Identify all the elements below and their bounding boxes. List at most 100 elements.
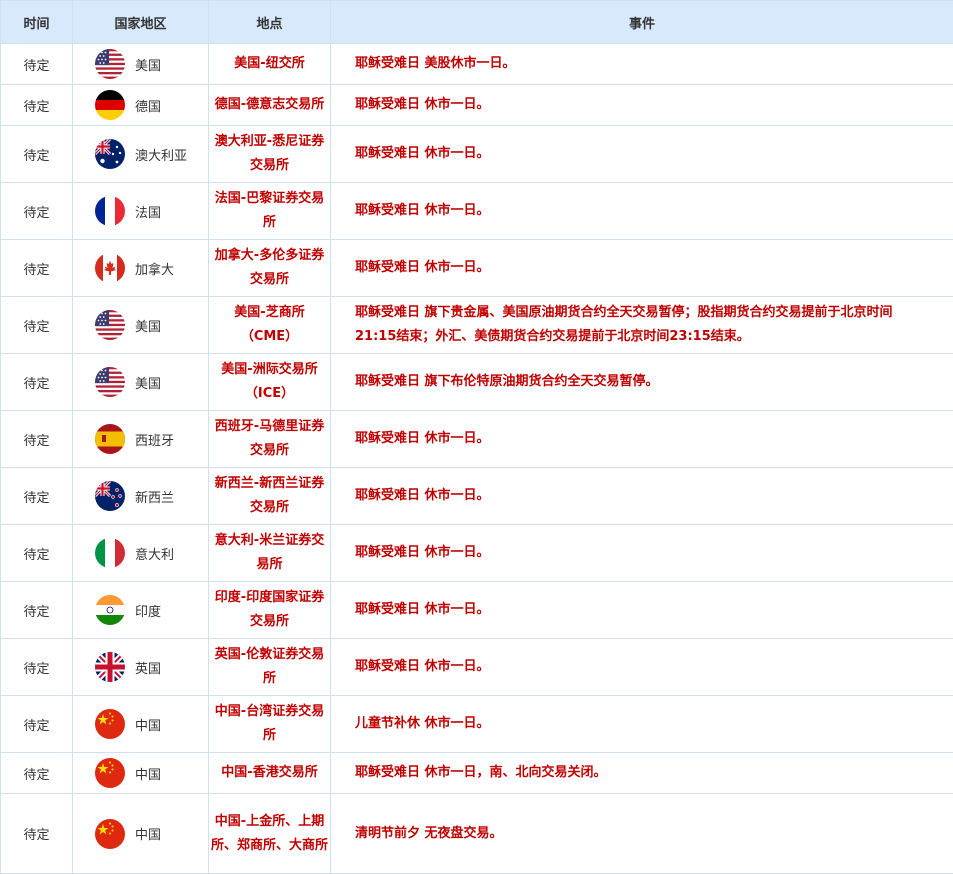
time-cell: 待定 — [0, 125, 73, 183]
table-row: 待定 英国 英国-伦敦证券交易所 耶稣受难日 休市一日。 — [0, 638, 953, 696]
table-row: 待定 美国 美国-洲际交易所（ICE） 耶稣受难日 旗下布伦特原油期货合约全天交易暂停… — [0, 353, 953, 411]
event-cell: 清明节前夕 无夜盘交易。 — [330, 793, 953, 874]
country-cell: 印度 — [72, 581, 209, 639]
time-cell: 待定 — [0, 296, 73, 354]
event-cell: 耶稣受难日 休市一日。 — [330, 239, 953, 297]
place-cell: 中国-上金所、上期所、郑商所、大商所 — [208, 793, 331, 874]
ca-flag-icon — [95, 253, 125, 283]
table-row: 待定 加拿大 加拿大-多伦多证券交易所 耶稣受难日 休市一日。 — [0, 239, 953, 297]
time-cell: 待定 — [0, 182, 73, 240]
header-time: 时间 — [0, 0, 73, 44]
event-cell: 耶稣受难日 休市一日，南、北向交易关闭。 — [330, 752, 953, 794]
event-cell: 耶稣受难日 旗下布伦特原油期货合约全天交易暂停。 — [330, 353, 953, 411]
country-cell: 中国 — [72, 793, 209, 874]
event-cell: 耶稣受难日 美股休市一日。 — [330, 43, 953, 85]
country-cell: 新西兰 — [72, 467, 209, 525]
place-cell: 新西兰-新西兰证券交易所 — [208, 467, 331, 525]
country-cell: 美国 — [72, 296, 209, 354]
header-country: 国家地区 — [72, 0, 209, 44]
event-cell: 耶稣受难日 休市一日。 — [330, 638, 953, 696]
us-flag-icon — [95, 310, 125, 340]
place-cell: 意大利-米兰证券交易所 — [208, 524, 331, 582]
country-cell: 美国 — [72, 353, 209, 411]
es-flag-icon — [95, 424, 125, 454]
holiday-table: 时间 国家地区 地点 事件 待定 美国 美国-纽交所 耶稣受难日 美股休市一日。 待定德… — [0, 0, 953, 874]
time-cell: 待定 — [0, 581, 73, 639]
time-cell: 待定 — [0, 793, 73, 874]
time-cell: 待定 — [0, 638, 73, 696]
country-name: 美国 — [135, 58, 162, 74]
table-row: 待定 法国 法国-巴黎证券交易所 耶稣受难日 休市一日。 — [0, 182, 953, 240]
place-cell: 中国-香港交易所 — [208, 752, 331, 794]
event-cell: 耶稣受难日 休市一日。 — [330, 125, 953, 183]
country-name: 美国 — [135, 376, 162, 392]
table-row: 待定 中国 中国-香港交易所 耶稣受难日 休市一日，南、北向交易关闭。 — [0, 752, 953, 794]
country-name: 美国 — [135, 319, 162, 335]
place-cell: 德国-德意志交易所 — [208, 84, 331, 126]
table-row: 待定 西班牙 西班牙-马德里证券交易所 耶稣受难日 休市一日。 — [0, 410, 953, 468]
table-row: 待定 新西兰 新西兰-新西兰证券交易所 耶稣受难日 休市一日。 — [0, 467, 953, 525]
place-cell: 美国-洲际交易所（ICE） — [208, 353, 331, 411]
time-cell: 待定 — [0, 353, 73, 411]
au-flag-icon — [95, 139, 125, 169]
table-row: 待定 澳大利亚 澳大利亚-悉尼证券交易所 耶稣受难日 休市一日。 — [0, 125, 953, 183]
country-cell: 美国 — [72, 43, 209, 85]
cn-flag-icon — [95, 709, 125, 739]
event-cell: 耶稣受难日 休市一日。 — [330, 84, 953, 126]
time-cell: 待定 — [0, 524, 73, 582]
country-name: 中国 — [135, 718, 162, 734]
time-cell: 待定 — [0, 695, 73, 753]
country-name: 加拿大 — [135, 262, 175, 278]
time-cell: 待定 — [0, 410, 73, 468]
country-cell: 加拿大 — [72, 239, 209, 297]
uk-flag-icon — [95, 652, 125, 682]
time-cell: 待定 — [0, 239, 73, 297]
country-cell: 意大利 — [72, 524, 209, 582]
country-cell: 中国 — [72, 695, 209, 753]
country-name: 中国 — [135, 767, 162, 783]
event-cell: 耶稣受难日 休市一日。 — [330, 581, 953, 639]
time-cell: 待定 — [0, 467, 73, 525]
place-cell: 英国-伦敦证券交易所 — [208, 638, 331, 696]
table-row: 待定 意大利 意大利-米兰证券交易所 耶稣受难日 休市一日。 — [0, 524, 953, 582]
country-cell: 西班牙 — [72, 410, 209, 468]
table-row: 待定 中国 中国-台湾证券交易所 儿童节补休 休市一日。 — [0, 695, 953, 753]
country-name: 中国 — [135, 828, 162, 843]
place-cell: 中国-台湾证券交易所 — [208, 695, 331, 753]
country-name: 西班牙 — [135, 433, 175, 449]
us-flag-icon — [95, 49, 125, 79]
country-name: 法国 — [135, 205, 162, 221]
header-event: 事件 — [330, 0, 953, 44]
place-cell: 澳大利亚-悉尼证券交易所 — [208, 125, 331, 183]
table-row: 待定 德国 德国-德意志交易所 耶稣受难日 休市一日。 — [0, 84, 953, 126]
cn-flag-icon — [95, 758, 125, 788]
country-name: 德国 — [135, 99, 162, 115]
place-cell: 美国-纽交所 — [208, 43, 331, 85]
table-row: 待定 美国 美国-纽交所 耶稣受难日 美股休市一日。 — [0, 43, 953, 85]
country-name: 新西兰 — [135, 490, 175, 506]
in-flag-icon — [95, 595, 125, 625]
header-place: 地点 — [208, 0, 331, 44]
place-cell: 西班牙-马德里证券交易所 — [208, 410, 331, 468]
country-name: 澳大利亚 — [135, 148, 188, 164]
event-cell: 耶稣受难日 休市一日。 — [330, 467, 953, 525]
table-row: 待定 中国 中国-上金所、上期所、郑商所、大商所 清明节前夕 无夜盘交易。 — [0, 793, 953, 874]
event-cell: 耶稣受难日 休市一日。 — [330, 182, 953, 240]
country-cell: 澳大利亚 — [72, 125, 209, 183]
cn-flag-icon — [95, 818, 125, 849]
country-cell: 德国 — [72, 84, 209, 126]
country-name: 英国 — [135, 661, 162, 677]
country-name: 意大利 — [135, 547, 175, 563]
us-flag-icon — [95, 367, 125, 397]
country-cell: 法国 — [72, 182, 209, 240]
table-header-row: 时间 国家地区 地点 事件 — [0, 0, 953, 44]
nz-flag-icon — [95, 481, 125, 511]
time-cell: 待定 — [0, 752, 73, 794]
event-cell: 儿童节补休 休市一日。 — [330, 695, 953, 753]
fr-flag-icon — [95, 196, 125, 226]
event-cell: 耶稣受难日 休市一日。 — [330, 524, 953, 582]
time-cell: 待定 — [0, 84, 73, 126]
country-cell: 中国 — [72, 752, 209, 794]
table-body: 待定 美国 美国-纽交所 耶稣受难日 美股休市一日。 待定 德国 德国-德意志交易所 耶稣受难… — [0, 43, 953, 874]
it-flag-icon — [95, 538, 125, 568]
